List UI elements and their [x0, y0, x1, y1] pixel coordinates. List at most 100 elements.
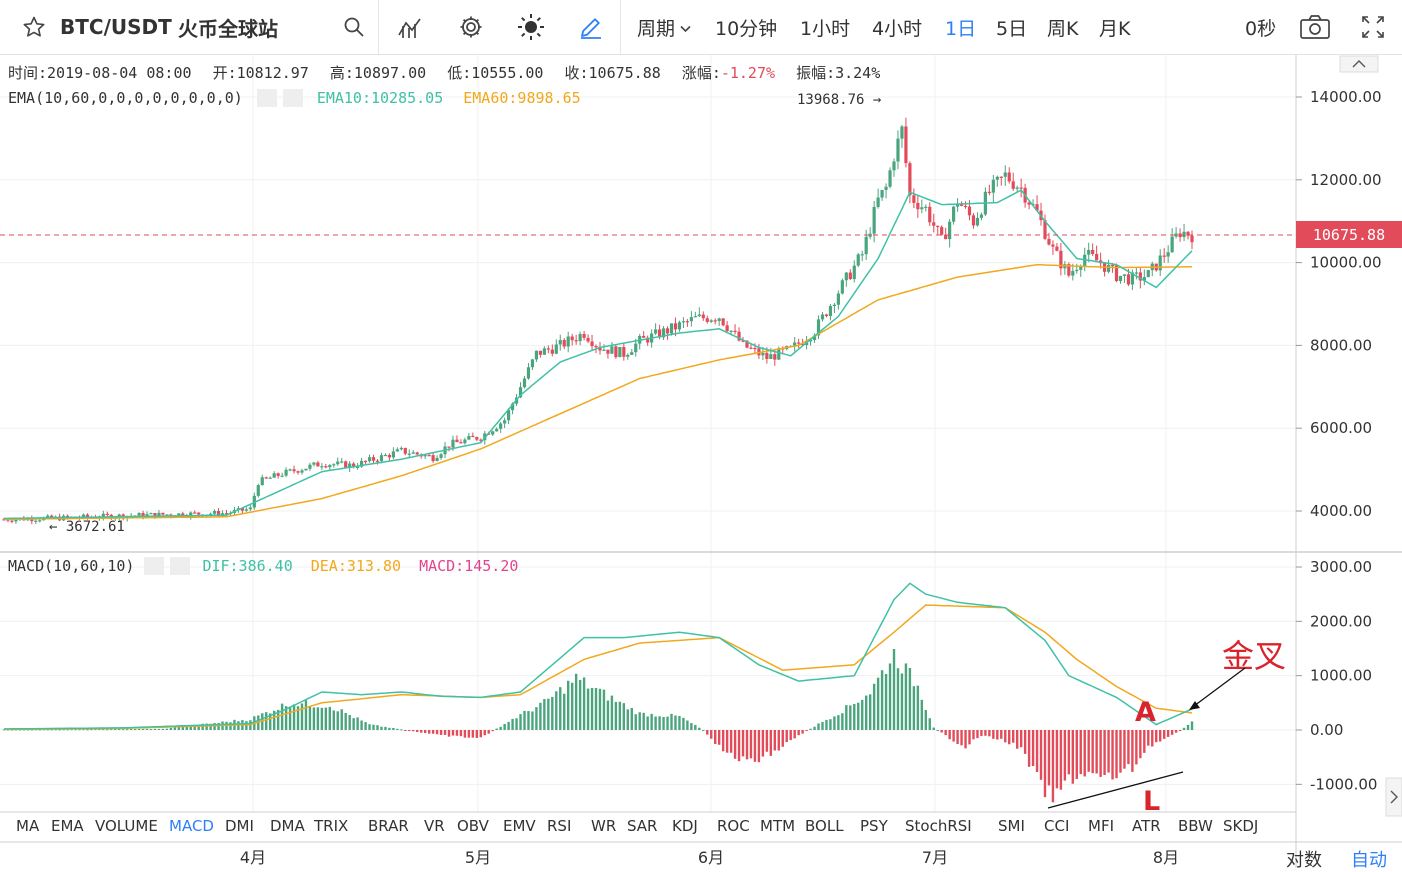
macd-bar [833, 716, 836, 730]
indicator-tab-volume[interactable]: VOLUME [95, 817, 158, 835]
macd-bar [471, 730, 475, 738]
indicator-tab-sar[interactable]: SAR [627, 817, 657, 835]
macd-bar [523, 710, 526, 730]
macd-bar [741, 730, 745, 757]
candle-body [530, 359, 535, 368]
candle-body [864, 236, 868, 255]
macd-bar [1008, 730, 1011, 745]
candle-body [260, 477, 264, 486]
candle-body [963, 205, 968, 208]
macd-bar [419, 730, 423, 733]
indicator-tab-trix[interactable]: TRIX [314, 817, 348, 835]
macd-bar [757, 730, 761, 763]
macd-bar [447, 730, 451, 737]
indicator-tab-atr[interactable]: ATR [1132, 817, 1161, 835]
macd-bar [992, 730, 995, 739]
macd-bar [1079, 730, 1082, 775]
macd-bar [714, 730, 717, 744]
log-scale-toggle[interactable]: 对数 [1286, 846, 1322, 872]
indicator-tab-dma[interactable]: DMA [270, 817, 305, 835]
dif-value: DIF:386.40 [202, 557, 293, 575]
ema-settings-icon[interactable] [256, 89, 277, 107]
macd-settings-icon[interactable] [144, 557, 165, 575]
macd-bar [483, 730, 486, 736]
candle-body [836, 293, 840, 305]
indicator-tab-boll[interactable]: BOLL [805, 817, 844, 835]
indicator-tab-rsi[interactable]: RSI [547, 817, 571, 835]
candle-body [415, 452, 419, 455]
macd-bar [1095, 730, 1098, 774]
indicator-tab-ema[interactable]: EMA [51, 817, 84, 835]
auto-scale-toggle[interactable]: 自动 [1351, 846, 1387, 872]
macd-close-icon[interactable] [170, 557, 191, 575]
candle-body [105, 513, 109, 515]
candle-body [1106, 264, 1111, 272]
indicator-tab-obv[interactable]: OBV [457, 817, 489, 835]
candle-body [896, 138, 900, 162]
candle-body [995, 176, 999, 180]
candle-body [403, 447, 407, 454]
macd-label[interactable]: MACD(10,60,10) [8, 557, 134, 575]
indicator-tab-vr[interactable]: VR [424, 817, 445, 835]
macd-bar [320, 707, 324, 730]
indicator-tab-mfi[interactable]: MFI [1088, 817, 1114, 835]
indicator-tab-emv[interactable]: EMV [503, 817, 536, 835]
candle-body [618, 346, 622, 358]
indicator-tab-ma[interactable]: MA [16, 817, 39, 835]
indicator-tab-dmi[interactable]: DMI [225, 817, 254, 835]
indicator-tab-bbw[interactable]: BBW [1178, 817, 1213, 835]
indicator-tab-skdj[interactable]: SKDJ [1223, 817, 1258, 835]
candle-body [284, 469, 288, 476]
candle-body [856, 254, 860, 266]
indicator-tab-roc[interactable]: ROC [717, 817, 750, 835]
macd-bar [916, 685, 920, 730]
macd-bar [423, 730, 427, 734]
candle-body [904, 126, 908, 164]
indicator-tab-stochrsi[interactable]: StochRSI [905, 817, 972, 835]
candle-body [538, 350, 542, 355]
candle-body [459, 442, 463, 444]
indicator-tab-cci[interactable]: CCI [1044, 817, 1069, 835]
candle-body [888, 170, 892, 187]
candle-body [1166, 252, 1170, 257]
macd-bar [606, 700, 610, 730]
scroll-up-button[interactable] [1339, 55, 1379, 73]
macd-bar [1119, 730, 1122, 773]
macd-bar [125, 729, 129, 731]
candle-body [371, 457, 376, 461]
macd-bar [864, 695, 868, 730]
macd-bar [880, 670, 884, 730]
candle-body [554, 344, 558, 354]
candle-body [411, 452, 415, 454]
indicator-tab-mtm[interactable]: MTM [760, 817, 795, 835]
macd-bar [1174, 730, 1178, 733]
macd-bar [451, 730, 455, 736]
chart-canvas[interactable]: 14000.00 12000.00 10000.00 8000.00 6000.00 40… [0, 0, 1402, 868]
macd-bar [964, 730, 967, 749]
ohlc-amplitude: 振幅:3.24% [796, 64, 881, 82]
macd-bar [384, 726, 387, 730]
candle-body [701, 314, 705, 319]
candle-body [594, 346, 598, 348]
indicator-tab-smi[interactable]: SMI [998, 817, 1025, 835]
ema60-value: EMA60:9898.65 [463, 89, 581, 107]
indicator-tab-psy[interactable]: PSY [860, 817, 888, 835]
macd-bar [694, 724, 697, 730]
candle-body [256, 485, 260, 496]
macd-bar [793, 730, 796, 739]
indicator-tab-macd[interactable]: MACD [169, 817, 214, 835]
candle-body [34, 520, 38, 522]
scroll-right-button[interactable] [1385, 777, 1402, 817]
indicator-tab-kdj[interactable]: KDJ [672, 817, 698, 835]
macd-bar [976, 730, 979, 739]
ema-label[interactable]: EMA(10,60,0,0,0,0,0,0,0,0) [8, 89, 243, 107]
ema-legend: EMA(10,60,0,0,0,0,0,0,0,0) EMA10:10285.0… [8, 89, 581, 107]
macd-bar [106, 729, 109, 731]
ema-close-icon[interactable] [282, 89, 303, 107]
indicator-tab-wr[interactable]: WR [591, 817, 616, 835]
macd-bar [674, 715, 677, 730]
ema60-line [3, 263, 1192, 521]
ohlc-info: 时间:2019-08-04 08:00 开:10812.97 高:10897.0… [8, 62, 880, 83]
macd-bar [1087, 730, 1090, 772]
indicator-tab-brar[interactable]: BRAR [368, 817, 409, 835]
